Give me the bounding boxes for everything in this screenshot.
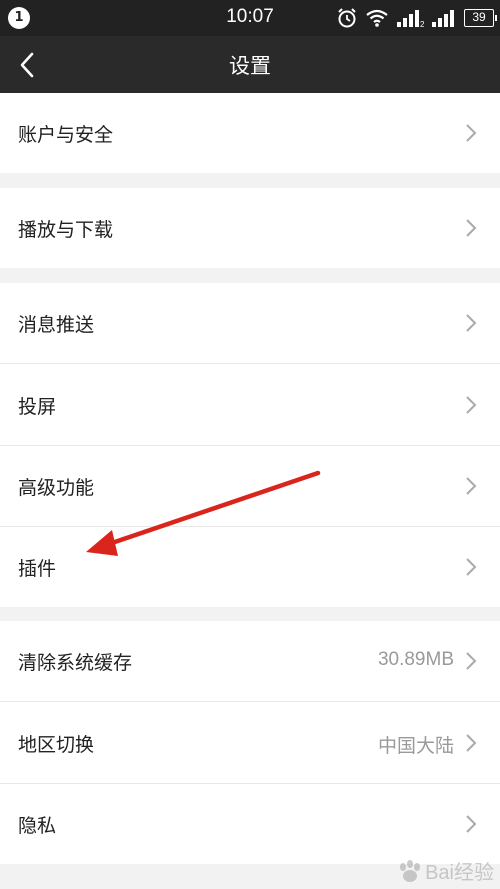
row-label: 隐私 (18, 815, 57, 837)
row-label: 账户与安全 (18, 124, 114, 146)
settings-row-region-switch[interactable]: 地区切换 中国大陆 (0, 702, 500, 783)
settings-row-push-notifications[interactable]: 消息推送 (0, 283, 500, 363)
chevron-right-icon (466, 477, 477, 495)
chevron-right-icon (466, 558, 477, 576)
chevron-right-icon (466, 314, 477, 332)
settings-row-plugins[interactable]: 插件 (0, 527, 500, 607)
settings-row-privacy[interactable]: 隐私 (0, 784, 500, 864)
battery-icon: 39 (464, 9, 497, 27)
chevron-right-icon (466, 815, 477, 833)
settings-row-clear-cache[interactable]: 清除系统缓存 30.89MB (0, 621, 500, 701)
row-label: 清除系统缓存 (18, 652, 133, 674)
row-label: 插件 (18, 558, 57, 580)
nav-bar: 设置 (0, 36, 500, 93)
status-icons: 2 39 (336, 6, 497, 30)
settings-row-playback-download[interactable]: 播放与下载 (0, 188, 500, 268)
cache-size-value: 30.89MB (377, 649, 454, 670)
row-label: 播放与下载 (18, 219, 114, 241)
region-value: 中国大陆 (377, 735, 454, 757)
signal-icon: 2 (397, 10, 424, 28)
sim-label: 2 (420, 20, 424, 28)
watermark-text: Bai经验 (425, 862, 494, 884)
wifi-icon (366, 9, 388, 27)
alarm-icon (338, 8, 356, 28)
chevron-right-icon (466, 396, 477, 414)
chevron-right-icon (466, 219, 477, 237)
settings-row-advanced-features[interactable]: 高级功能 (0, 446, 500, 526)
settings-row-account-security[interactable]: 账户与安全 (0, 93, 500, 173)
chevron-right-icon (466, 652, 477, 670)
row-label: 地区切换 (18, 734, 95, 756)
watermark: Bai经验 (397, 856, 494, 885)
status-bar: 1 10:07 2 39 (0, 0, 500, 36)
paw-icon (400, 859, 421, 882)
chevron-right-icon (466, 124, 477, 142)
signal-icon-2 (432, 10, 454, 27)
row-label: 投屏 (18, 396, 57, 418)
page-title: 设置 (229, 54, 271, 78)
settings-row-cast-screen[interactable]: 投屏 (0, 364, 500, 445)
row-label: 消息推送 (18, 314, 95, 336)
row-label: 高级功能 (18, 477, 95, 499)
chevron-right-icon (466, 734, 477, 752)
